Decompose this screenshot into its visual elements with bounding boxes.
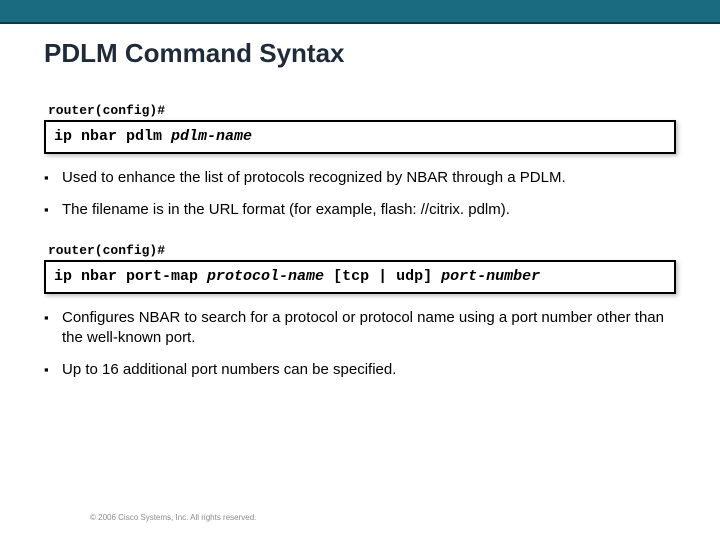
top-accent-bar: [0, 0, 720, 24]
cmd2-static1: ip nbar port-map: [54, 268, 207, 285]
command-box-2: ip nbar port-map protocol-name [tcp | ud…: [44, 260, 676, 294]
bullet-item: Used to enhance the list of protocols re…: [44, 168, 676, 188]
cmd2-static2: [tcp | udp]: [324, 268, 441, 285]
page-title: PDLM Command Syntax: [44, 38, 676, 69]
command-box-1: ip nbar pdlm pdlm-name: [44, 120, 676, 154]
bullets-1: Used to enhance the list of protocols re…: [44, 168, 676, 221]
cmd1-var: pdlm-name: [171, 128, 252, 145]
footer-copyright: © 2006 Cisco Systems, Inc. All rights re…: [90, 513, 256, 522]
bullet-item: Up to 16 additional port numbers can be …: [44, 360, 676, 380]
slide-content: PDLM Command Syntax router(config)# ip n…: [0, 24, 720, 380]
prompt-2: router(config)#: [48, 243, 676, 258]
cmd2-var2: port-number: [441, 268, 540, 285]
prompt-1: router(config)#: [48, 103, 676, 118]
bullet-item: The filename is in the URL format (for e…: [44, 200, 676, 220]
bullet-item: Configures NBAR to search for a protocol…: [44, 308, 676, 349]
cmd1-static: ip nbar pdlm: [54, 128, 171, 145]
cmd2-var1: protocol-name: [207, 268, 324, 285]
bullets-2: Configures NBAR to search for a protocol…: [44, 308, 676, 381]
